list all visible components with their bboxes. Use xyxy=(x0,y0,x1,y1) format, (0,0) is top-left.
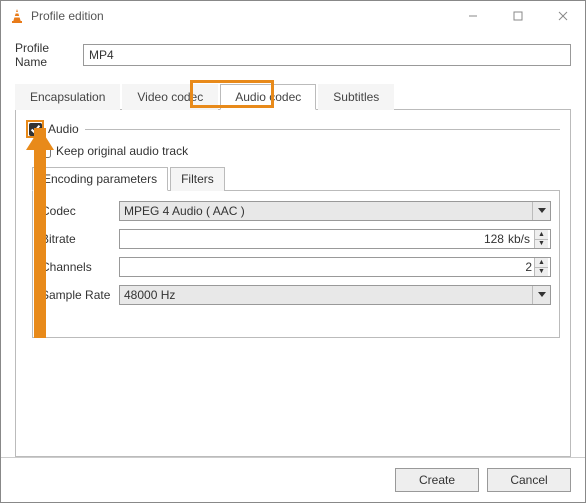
codec-select[interactable]: MPEG 4 Audio ( AAC ) xyxy=(119,201,551,221)
spin-down-icon[interactable]: ▼ xyxy=(535,268,548,277)
audio-legend-label: Audio xyxy=(48,122,79,136)
tab-audio-codec[interactable]: Audio codec xyxy=(220,84,316,110)
close-button[interactable] xyxy=(540,1,585,31)
keep-original-checkbox[interactable] xyxy=(38,145,51,158)
bitrate-label: Bitrate xyxy=(41,232,119,246)
bitrate-unit: kb/s xyxy=(506,232,534,246)
audio-codec-panel: Audio Keep original audio track Encoding… xyxy=(15,110,571,457)
channels-spinner[interactable]: 2 ▲▼ xyxy=(119,257,551,277)
encoding-parameters-panel: Codec MPEG 4 Audio ( AAC ) Bitrate 128 k… xyxy=(32,191,560,338)
maximize-button[interactable] xyxy=(495,1,540,31)
sample-rate-label: Sample Rate xyxy=(41,288,119,302)
keep-original-label: Keep original audio track xyxy=(56,144,188,158)
vlc-icon xyxy=(9,8,25,24)
chevron-down-icon xyxy=(532,202,550,220)
codec-value: MPEG 4 Audio ( AAC ) xyxy=(124,204,245,218)
profile-name-input[interactable] xyxy=(83,44,571,66)
profile-name-label: Profile Name xyxy=(15,41,83,69)
sample-rate-select[interactable]: 48000 Hz xyxy=(119,285,551,305)
spin-up-icon[interactable]: ▲ xyxy=(535,258,548,268)
group-line xyxy=(85,129,560,130)
dialog-footer: Create Cancel xyxy=(1,457,585,502)
window-title: Profile edition xyxy=(31,9,450,23)
tab-filters[interactable]: Filters xyxy=(170,167,225,191)
highlight-audio-checkbox xyxy=(26,120,44,138)
tab-encapsulation[interactable]: Encapsulation xyxy=(15,84,120,110)
tab-subtitles[interactable]: Subtitles xyxy=(318,84,394,110)
main-tabs: Encapsulation Video codec Audio codec Su… xyxy=(15,83,571,110)
sample-rate-value: 48000 Hz xyxy=(124,288,175,302)
tab-video-codec[interactable]: Video codec xyxy=(122,84,218,110)
create-button[interactable]: Create xyxy=(395,468,479,492)
bitrate-spinner[interactable]: 128 kb/s ▲▼ xyxy=(119,229,551,249)
sub-tabs: Encoding parameters Filters xyxy=(32,166,560,191)
audio-checkbox[interactable] xyxy=(29,123,42,136)
chevron-down-icon xyxy=(532,286,550,304)
tab-encoding-parameters[interactable]: Encoding parameters xyxy=(32,167,168,191)
channels-value: 2 xyxy=(124,260,534,274)
cancel-button[interactable]: Cancel xyxy=(487,468,571,492)
bitrate-value: 128 xyxy=(124,232,506,246)
spin-up-icon[interactable]: ▲ xyxy=(535,230,548,240)
spin-down-icon[interactable]: ▼ xyxy=(535,240,548,249)
minimize-button[interactable] xyxy=(450,1,495,31)
codec-label: Codec xyxy=(41,204,119,218)
channels-label: Channels xyxy=(41,260,119,274)
titlebar: Profile edition xyxy=(1,1,585,31)
